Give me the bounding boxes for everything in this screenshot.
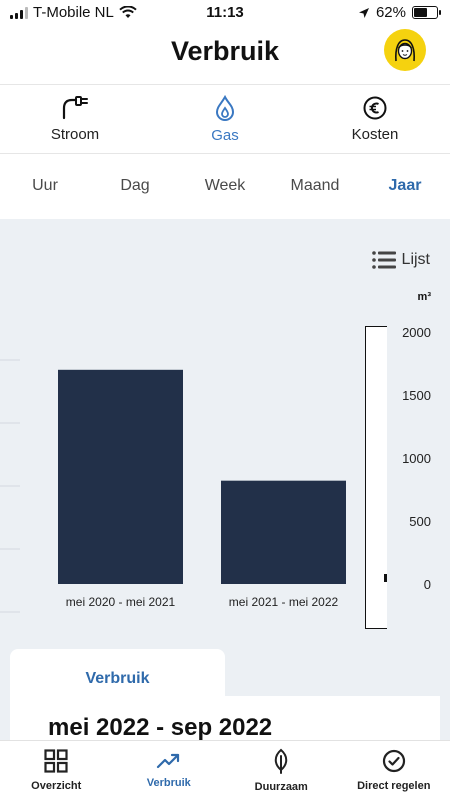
nav-verbruik-label: Verbruik [146,777,191,789]
y-tick-label: 1000 [402,451,431,466]
bar[interactable] [221,480,346,584]
page-header: Verbruik [0,26,450,82]
check-circle-icon [382,749,405,773]
tab-stroom-label: Stroom [50,125,100,143]
leaf-icon [275,748,288,774]
grid-icon [44,749,68,773]
trend-icon [156,753,179,769]
x-category-label: mei 2020 - mei 2021 [66,595,176,609]
euro-icon [363,96,387,119]
y-tick-label: 500 [409,514,431,529]
nav-verbruik[interactable]: Verbruik [113,741,226,800]
tab-stroom[interactable]: Stroom [0,85,150,153]
period-summary-title: mei 2022 - sep 2022 [48,714,273,741]
y-tick-label: 2000 [402,325,431,340]
tab-jaar[interactable]: Jaar [360,177,450,195]
tab-week[interactable]: Week [180,177,270,195]
battery-percent: 62% [375,4,406,21]
x-category-label: mei 2021 - mei 2022 [229,595,339,609]
avatar[interactable] [384,29,426,71]
location-arrow-icon [358,7,369,18]
nav-duurzaam-label: Duurzaam [254,781,308,793]
usage-bar-chart: 2000 1500 1000 500 0 mei 2020 - mei 2021 mei 2… [0,325,431,613]
avatar-face-icon [395,39,415,62]
bottom-nav: Overzicht Verbruik Duurzaam Direct regel… [0,740,450,800]
tab-gas[interactable]: Gas [150,85,300,153]
y-tick-label: 0 [424,577,431,592]
nav-direct-regelen-label: Direct regelen [357,780,431,792]
tab-maand[interactable]: Maand [270,177,360,195]
tab-kosten-label: Kosten [351,125,399,143]
page-title: Verbruik [170,36,280,66]
tab-gas-label: Gas [211,126,239,144]
chart-area: Lijst m³ 2000 1500 1000 500 0 mei 2020 - mei … [0,219,450,756]
tab-uur[interactable]: Uur [0,177,90,195]
energy-type-tabs: Stroom Gas Kosten [0,84,450,154]
tab-dag[interactable]: Dag [90,177,180,195]
battery-icon [412,6,441,19]
period-tabs: Uur Dag Week Maand Jaar [0,155,450,217]
flame-icon [215,94,235,121]
nav-duurzaam[interactable]: Duurzaam [225,741,338,800]
nav-overzicht-label: Overzicht [31,780,82,792]
nav-overzicht[interactable]: Overzicht [0,741,113,800]
bar[interactable] [58,369,183,584]
tab-kosten[interactable]: Kosten [300,85,450,153]
nav-direct-regelen[interactable]: Direct regelen [338,741,450,800]
status-bar: T-Mobile NL 11:13 62% [0,0,450,26]
plug-icon [62,95,88,119]
y-tick-label: 1500 [402,388,431,403]
